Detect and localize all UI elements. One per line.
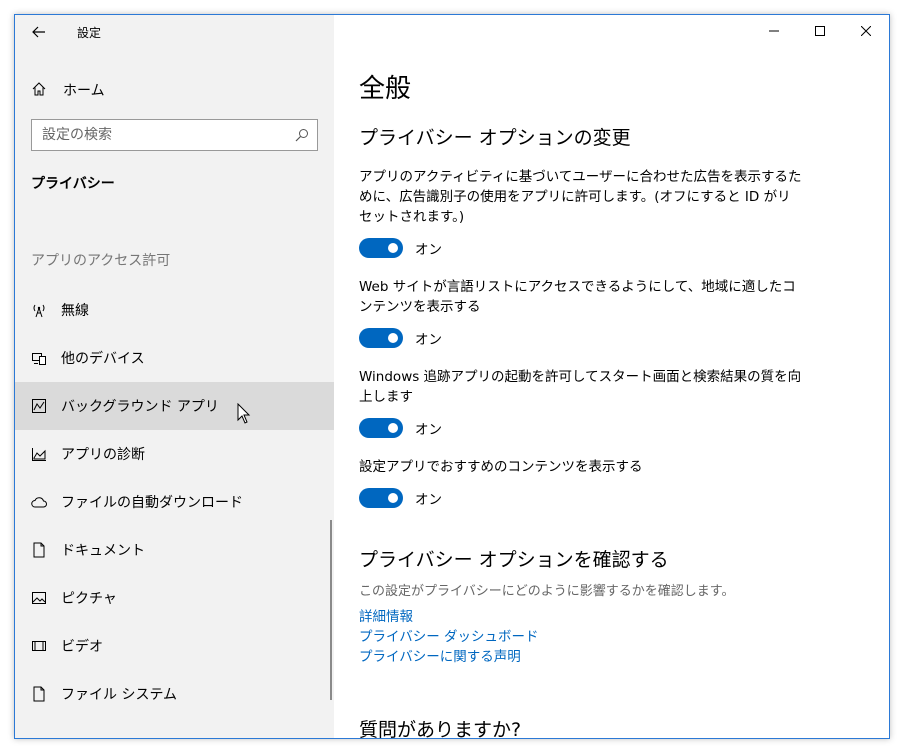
sidebar-item-label: 無線 (61, 303, 89, 319)
toggle-knob (388, 493, 398, 503)
section-title-change-options: プライバシー オプションの変更 (359, 127, 631, 149)
settings-window: 設定 ホーム プライバシー アプリのアクセス許可 無線 (14, 14, 890, 739)
toggle-knob (388, 243, 398, 253)
maximize-button[interactable] (797, 15, 843, 47)
main-content: 全般 プライバシー オプションの変更 アプリのアクティビティに基づいてユーザーに… (334, 15, 889, 738)
sidebar-item-label: ビデオ (61, 639, 103, 655)
section-description: この設定がプライバシーにどのように影響するかを確認します。 (359, 584, 735, 599)
privacy-heading: プライバシー (31, 176, 115, 192)
search-input[interactable] (42, 125, 282, 145)
close-button[interactable] (843, 15, 889, 47)
sidebar-item-label: バックグラウンド アプリ (61, 399, 219, 415)
toggle-language-list[interactable]: オン (359, 327, 442, 349)
sidebar-item-label: ファイル システム (61, 687, 178, 703)
close-icon (861, 26, 871, 36)
search-box[interactable] (31, 119, 318, 151)
minimize-icon (769, 30, 779, 32)
sidebar-item-home[interactable]: ホーム (15, 73, 334, 105)
toggle-suggested-content[interactable]: オン (359, 487, 442, 509)
sidebar-item-auto-downloads[interactable]: ファイルの自動ダウンロード (15, 478, 334, 526)
option-description: 設定アプリでおすすめのコンテンツを表示する (359, 459, 643, 475)
toggle-knob (388, 333, 398, 343)
option-description: アプリのアクティビティに基づいてユーザーに合わせた広告を表示するために、広告識別… (359, 169, 802, 225)
toggle-state-label: オン (415, 422, 442, 438)
sidebar-item-label: ドキュメント (61, 543, 145, 559)
minimize-button[interactable] (751, 15, 797, 47)
maximize-icon (815, 26, 825, 36)
back-button[interactable] (27, 21, 51, 43)
diagnostics-icon (32, 448, 46, 461)
file-system-icon (33, 686, 45, 702)
sidebar: 設定 ホーム プライバシー アプリのアクセス許可 無線 (15, 15, 334, 738)
search-icon (295, 129, 308, 142)
section-title-review-options: プライバシー オプションを確認する (359, 549, 669, 571)
sidebar-item-label: ピクチャ (61, 591, 117, 607)
page-title: 全般 (359, 74, 412, 104)
toggle-app-launch-tracking[interactable]: オン (359, 417, 442, 439)
sidebar-item-label: ファイルの自動ダウンロード (61, 495, 243, 511)
app-permissions-heading: アプリのアクセス許可 (31, 253, 171, 269)
cloud-icon (31, 497, 47, 508)
link-privacy-dashboard[interactable]: プライバシー ダッシュボード (359, 625, 539, 645)
sidebar-item-videos[interactable]: ビデオ (15, 622, 334, 670)
home-icon (32, 82, 46, 96)
toggle-switch[interactable] (359, 328, 403, 348)
option-description: Windows 追跡アプリの起動を許可してスタート画面と検索結果の質を向上します (359, 369, 802, 405)
link-more-info[interactable]: 詳細情報 (359, 605, 413, 625)
sidebar-item-documents[interactable]: ドキュメント (15, 526, 334, 574)
toggle-knob (388, 423, 398, 433)
option-description: Web サイトが言語リストにアクセスできるようにして、地域に適したコンテンツを表… (359, 279, 796, 315)
toggle-ad-id[interactable]: オン (359, 237, 442, 259)
picture-icon (32, 592, 46, 604)
sidebar-item-other-devices[interactable]: 他のデバイス (15, 334, 334, 382)
sidebar-item-pictures[interactable]: ピクチャ (15, 574, 334, 622)
toggle-switch[interactable] (359, 488, 403, 508)
video-icon (32, 641, 46, 651)
home-label: ホーム (63, 83, 105, 99)
toggle-state-label: オン (415, 332, 442, 348)
sidebar-scrollbar[interactable] (330, 520, 332, 700)
section-title-questions: 質問がありますか? (359, 719, 522, 739)
sidebar-item-background-apps[interactable]: バックグラウンド アプリ (15, 382, 334, 430)
background-apps-icon (32, 399, 46, 413)
back-arrow-icon (32, 26, 45, 38)
toggle-switch[interactable] (359, 238, 403, 258)
window-title: 設定 (77, 26, 102, 40)
toggle-switch[interactable] (359, 418, 403, 438)
sidebar-item-app-diagnostics[interactable]: アプリの診断 (15, 430, 334, 478)
toggle-state-label: オン (415, 242, 442, 258)
titlebar-left: 設定 (15, 15, 334, 49)
sidebar-item-radios[interactable]: 無線 (15, 286, 334, 334)
sidebar-item-label: 他のデバイス (61, 351, 145, 367)
sidebar-item-label: アプリの診断 (61, 447, 145, 463)
sidebar-item-file-system[interactable]: ファイル システム (15, 670, 334, 718)
devices-icon (32, 353, 46, 365)
toggle-state-label: オン (415, 492, 442, 508)
mouse-cursor-icon (237, 403, 251, 424)
antenna-icon (33, 304, 45, 318)
document-icon (33, 542, 45, 558)
link-privacy-statement[interactable]: プライバシーに関する声明 (359, 645, 521, 665)
